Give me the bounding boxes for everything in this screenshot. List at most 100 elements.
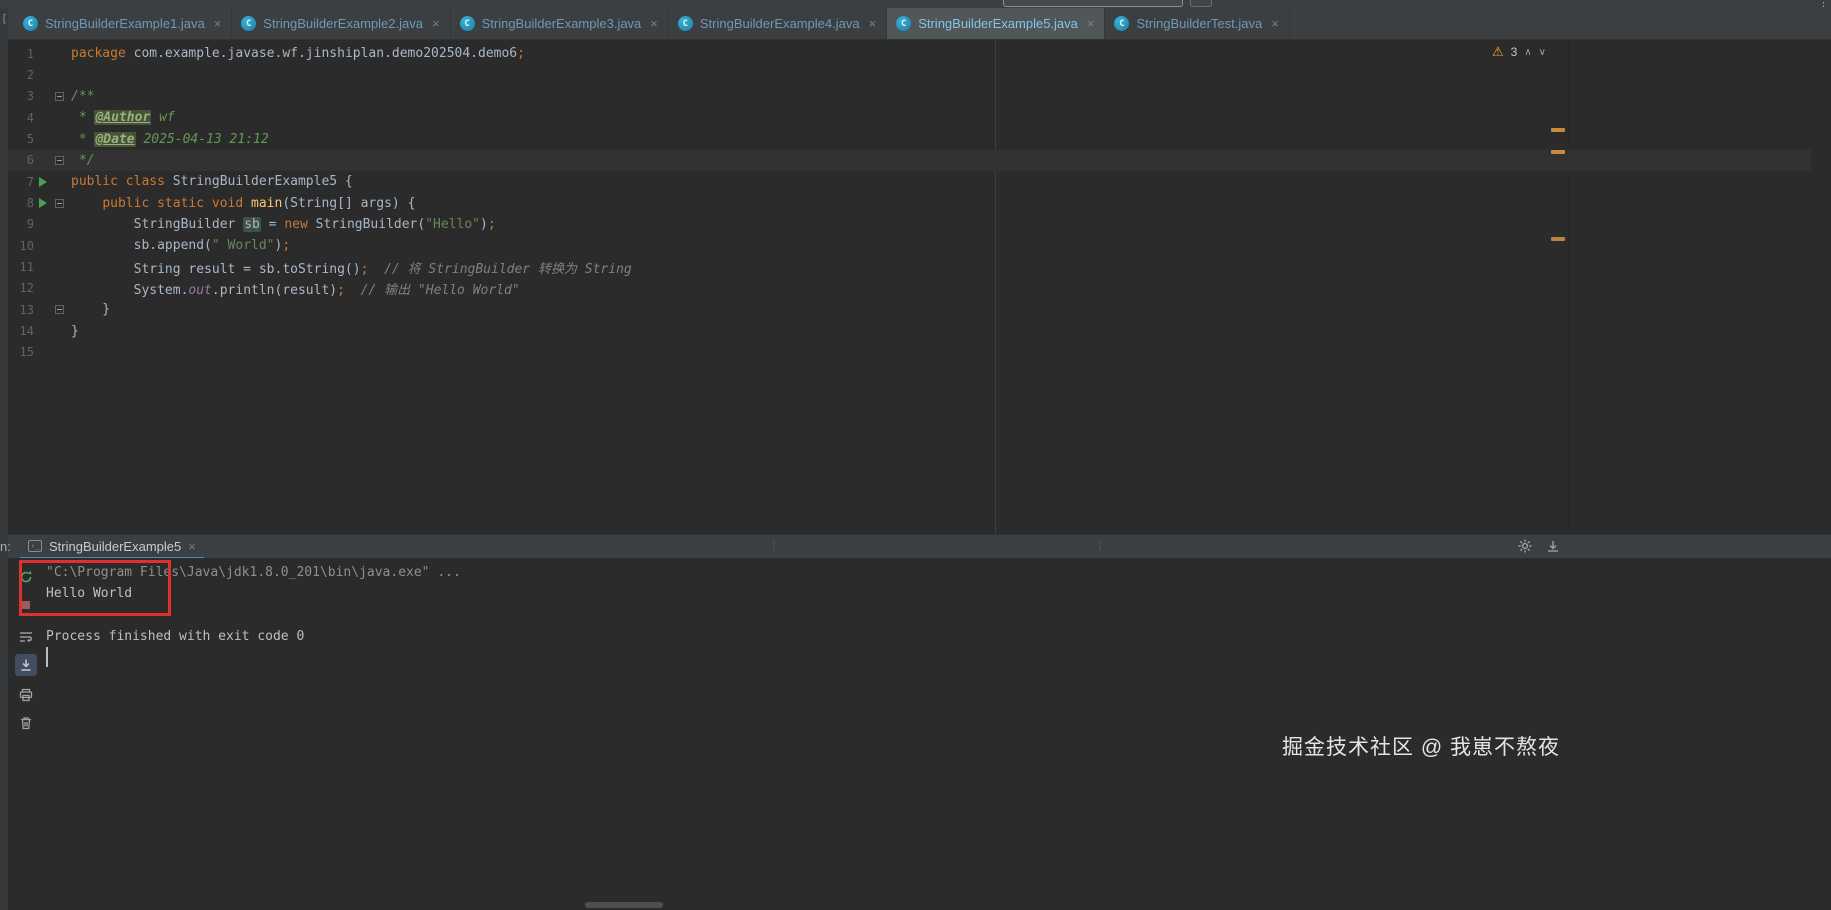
code-token: public static void	[102, 195, 244, 211]
watermark-text: 掘金技术社区 @ 我崽不熬夜	[1282, 736, 1560, 759]
code-token: =	[260, 216, 285, 232]
run-tab[interactable]: ›_ StringBuilderExample5 ×	[20, 535, 204, 559]
tab-close-icon[interactable]: ×	[430, 17, 440, 30]
error-stripe-mark[interactable]	[1551, 128, 1565, 132]
error-stripe-mark[interactable]	[1551, 150, 1565, 154]
chevron-down-icon[interactable]: ∨	[1539, 47, 1546, 58]
hide-toolwindow-icon[interactable]	[1544, 537, 1562, 555]
run-toolwindow-label-cut: n:	[0, 539, 11, 554]
code-token: StringBuilderExample5 {	[164, 174, 353, 190]
console-icon: ›_	[28, 540, 42, 552]
tab-close-icon[interactable]: ×	[867, 17, 877, 30]
fold-marker-icon[interactable]	[54, 305, 64, 315]
print-icon[interactable]	[15, 684, 37, 706]
gutter-fold-column	[52, 305, 66, 315]
tool-stripe-glyph: [	[1, 12, 8, 25]
code-line: 14}	[8, 320, 1811, 341]
run-tab-close-icon[interactable]: ×	[188, 539, 196, 554]
console-caret	[46, 647, 48, 667]
run-console: "C:\Program Files\Java\jdk1.8.0_201\bin\…	[8, 558, 1831, 910]
java-class-icon: C	[459, 16, 475, 31]
soft-wrap-icon[interactable]	[15, 626, 37, 648]
fold-marker-icon[interactable]	[54, 91, 64, 101]
code-token: wf	[151, 110, 175, 126]
line-number: 2	[26, 68, 34, 83]
code-text: sb.append(" World");	[66, 238, 291, 254]
code-line: 13 }	[8, 299, 1811, 320]
tab-close-icon[interactable]: ×	[1269, 17, 1279, 30]
scroll-to-end-icon[interactable]	[15, 654, 37, 676]
editor-tab[interactable]: C StringBuilderExample2.java ×	[232, 8, 451, 39]
code-token: main	[251, 195, 283, 211]
tab-label: StringBuilderExample1.java	[45, 16, 205, 31]
tab-label: StringBuilderExample4.java	[699, 16, 860, 31]
code-text: }	[66, 324, 79, 339]
code-token: // 将 StringBuilder 转换为 String	[368, 261, 632, 277]
code-text: String result = sb.toString(); // 将 Stri…	[66, 258, 632, 277]
code-text: StringBuilder sb = new StringBuilder("He…	[66, 216, 496, 232]
line-number: 14	[19, 324, 34, 339]
editor-tab[interactable]: C StringBuilderTest.java ×	[1105, 8, 1290, 39]
code-text: }	[66, 302, 110, 317]
code-token: new	[284, 216, 308, 232]
run-line-icon[interactable]	[39, 176, 47, 187]
code-text: */	[66, 153, 95, 168]
editor[interactable]: 1 package com.example.javase.wf.jinshipla…	[8, 40, 1831, 534]
editor-tab[interactable]: C StringBuilderExample4.java ×	[669, 8, 888, 39]
run-tab-label: StringBuilderExample5	[49, 538, 182, 554]
code-token: package	[71, 46, 126, 62]
code-line: 15	[8, 342, 1811, 363]
tab-close-icon[interactable]: ×	[648, 17, 658, 30]
code-token: "Hello"	[425, 216, 481, 232]
code-token: public class	[71, 174, 165, 190]
java-class-icon: C	[896, 16, 912, 31]
header-drag-handle[interactable]: ⁞	[772, 538, 775, 553]
settings-gear-icon[interactable]	[1516, 537, 1534, 555]
console-output: "C:\Program Files\Java\jdk1.8.0_201\bin\…	[46, 562, 1821, 647]
error-stripe-mark[interactable]	[1551, 237, 1565, 241]
editor-tab[interactable]: C StringBuilderExample5.java ×	[887, 8, 1106, 39]
code-text: * @Author wf	[66, 110, 175, 126]
code-line: 10 sb.append(" World");	[8, 235, 1811, 256]
code-text: System.out.println(result); // 输出 "Hello…	[66, 279, 520, 298]
tab-close-icon[interactable]: ×	[212, 17, 222, 30]
tab-close-icon[interactable]: ×	[1085, 17, 1095, 30]
line-number: 11	[19, 260, 34, 275]
inspections-widget[interactable]: ⚠ 3 ∧ ∨	[1492, 44, 1546, 60]
fold-marker-icon[interactable]	[54, 155, 64, 165]
java-class-icon: C	[241, 16, 257, 31]
line-number: 8	[26, 196, 34, 211]
chevron-up-icon[interactable]: ∧	[1524, 47, 1531, 58]
line-number: 6	[26, 153, 34, 168]
console-line: Hello World	[46, 586, 133, 602]
line-number: 15	[19, 345, 34, 360]
warning-icon[interactable]: ⚠	[1492, 44, 1504, 60]
code-line: 6 */	[8, 149, 1811, 172]
header-drag-handle[interactable]: ⁞	[1098, 538, 1101, 553]
java-class-icon: C	[1114, 16, 1130, 31]
code-area: 1 package com.example.javase.wf.jinshipla…	[8, 43, 1811, 363]
code-token: sb.append(	[71, 238, 212, 254]
code-token: StringBuilder(	[307, 216, 426, 232]
editor-tab[interactable]: C StringBuilderExample1.java ×	[14, 8, 233, 39]
toolbar-button-partial[interactable]	[1190, 0, 1212, 7]
gutter-fold-column	[52, 155, 66, 165]
tab-label: StringBuilderExample2.java	[263, 16, 423, 31]
code-token: ;	[337, 282, 345, 298]
run-config-dropdown-partial[interactable]	[1003, 0, 1183, 7]
code-text: * @Date 2025-04-13 21:12	[66, 131, 269, 147]
gutter-fold-column	[52, 198, 66, 208]
horizontal-scrollbar-thumb[interactable]	[585, 902, 663, 908]
code-token: }	[71, 323, 79, 339]
line-number: 10	[19, 238, 34, 253]
editor-tab[interactable]: C StringBuilderExample3.java ×	[451, 8, 669, 39]
line-number: 7	[26, 174, 34, 189]
console-line: "C:\Program Files\Java\jdk1.8.0_201\bin\…	[46, 565, 461, 580]
ide-window: ⋮ [ C StringBuilderExample1.java × C StringB…	[0, 0, 1831, 910]
code-token: " World"	[211, 238, 275, 254]
fold-marker-icon[interactable]	[54, 198, 64, 208]
clear-all-icon[interactable]	[15, 712, 37, 734]
run-line-icon[interactable]	[39, 198, 47, 209]
